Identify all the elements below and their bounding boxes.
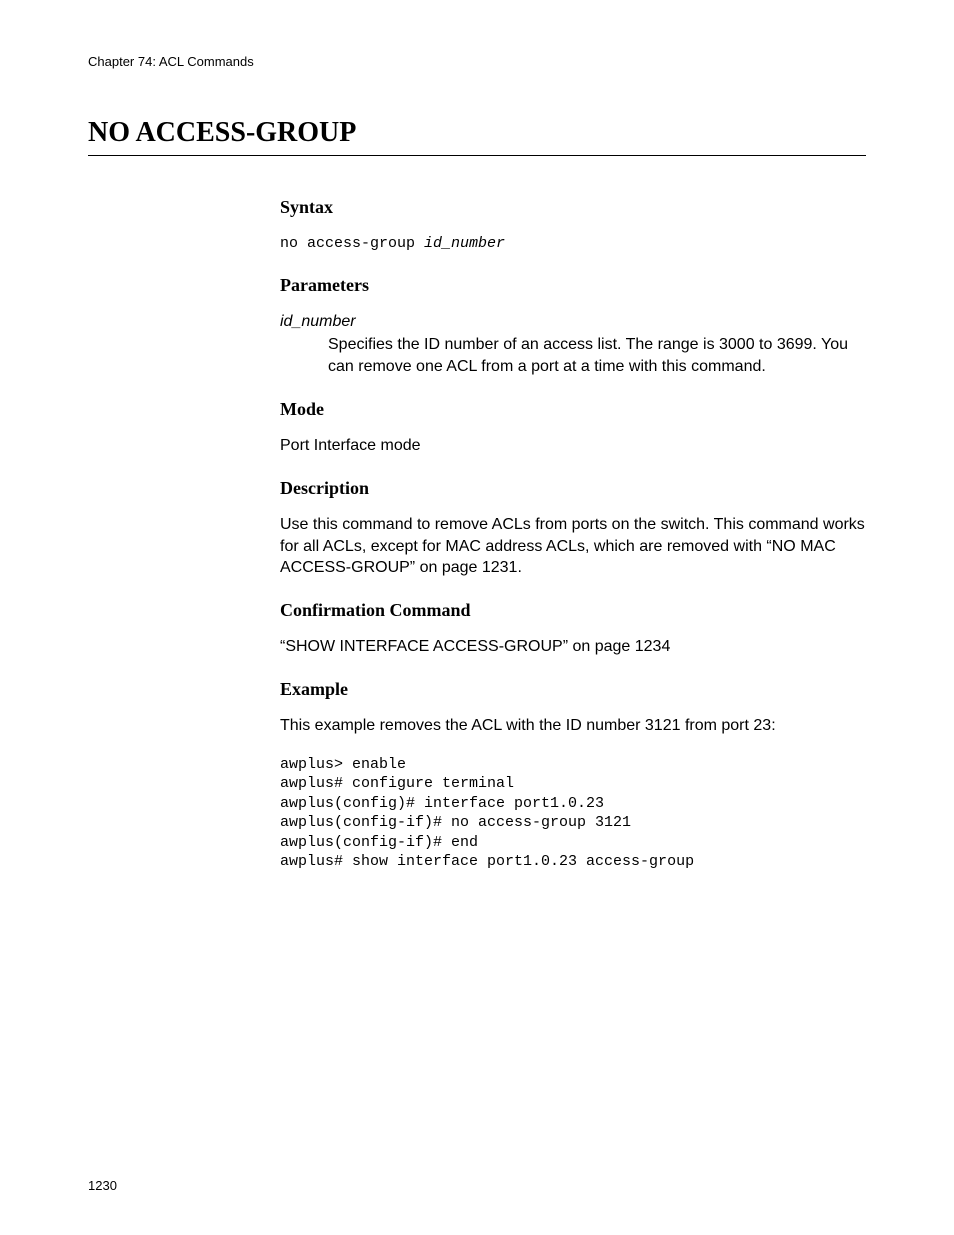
- example-code: awplus> enable awplus# configure termina…: [280, 755, 866, 872]
- example-intro: This example removes the ACL with the ID…: [280, 715, 866, 737]
- parameter-description: Specifies the ID number of an access lis…: [328, 334, 866, 377]
- parameters-heading: Parameters: [280, 274, 866, 297]
- page-title: NO ACCESS-GROUP: [88, 117, 866, 156]
- example-heading: Example: [280, 678, 866, 701]
- parameter-name: id_number: [280, 312, 866, 333]
- confirmation-text: “SHOW INTERFACE ACCESS-GROUP” on page 12…: [280, 636, 866, 658]
- confirmation-heading: Confirmation Command: [280, 599, 866, 622]
- page-number: 1230: [88, 1178, 117, 1193]
- description-heading: Description: [280, 477, 866, 500]
- description-text: Use this command to remove ACLs from por…: [280, 514, 866, 579]
- chapter-header: Chapter 74: ACL Commands: [88, 54, 866, 69]
- syntax-command: no access-group id_number: [280, 233, 866, 254]
- syntax-heading: Syntax: [280, 196, 866, 219]
- mode-text: Port Interface mode: [280, 435, 866, 457]
- syntax-command-prefix: no access-group: [280, 235, 424, 252]
- mode-heading: Mode: [280, 398, 866, 421]
- syntax-command-arg: id_number: [424, 235, 505, 252]
